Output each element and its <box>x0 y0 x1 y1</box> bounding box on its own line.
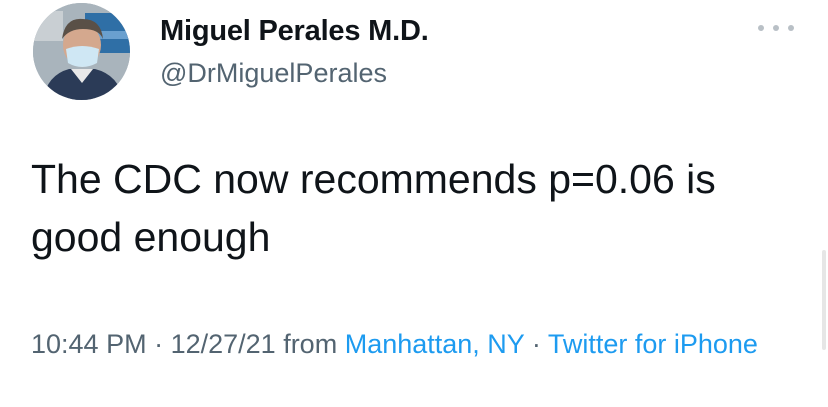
tweet-time[interactable]: 10:44 PM <box>31 329 147 359</box>
dot-icon <box>758 25 764 31</box>
from-label: from <box>275 329 345 359</box>
source-link[interactable]: Twitter for iPhone <box>548 329 758 359</box>
author-handle[interactable]: @DrMiguelPerales <box>160 58 387 89</box>
location-link[interactable]: Manhattan, NY <box>345 329 525 359</box>
tweet-text: The CDC now recommends p=0.06 is good en… <box>31 156 716 260</box>
avatar[interactable] <box>33 3 130 100</box>
dot-icon <box>773 25 779 31</box>
separator: · <box>146 329 171 359</box>
author-name[interactable]: Miguel Perales M.D. <box>160 15 429 48</box>
tweet-metadata: 10:44 PM · 12/27/21 from Manhattan, NY ·… <box>31 322 801 366</box>
scrollbar[interactable] <box>822 250 826 350</box>
tweet-date[interactable]: 12/27/21 <box>171 329 276 359</box>
profile-photo <box>33 3 130 100</box>
tweet-card: Miguel Perales M.D. @DrMiguelPerales The… <box>0 0 828 407</box>
dot-icon <box>788 25 794 31</box>
separator: · <box>524 329 548 359</box>
more-options-icon[interactable] <box>758 18 794 38</box>
